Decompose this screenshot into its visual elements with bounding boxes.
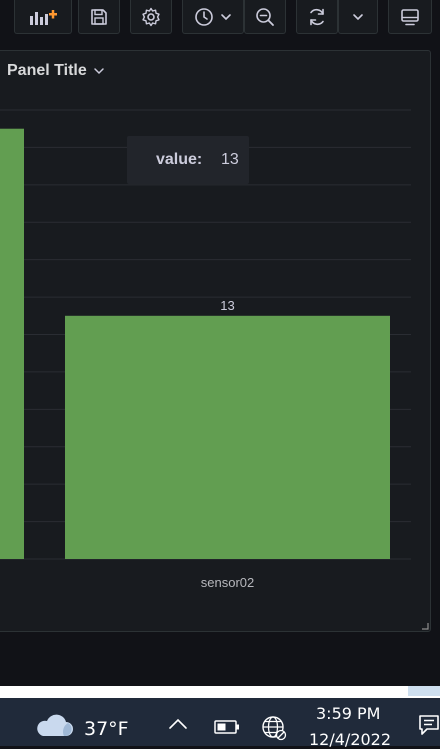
chevron-down-icon [93, 68, 104, 75]
tooltip-label: value: [156, 151, 203, 168]
settings-button[interactable] [130, 0, 172, 34]
chart-tooltip: value: 13 [127, 136, 249, 184]
window-edge [0, 686, 440, 698]
add-panel-button[interactable] [14, 0, 72, 34]
battery-icon[interactable] [214, 719, 240, 735]
x-tick-label: sensor02 [201, 575, 254, 590]
add-panel-icon [30, 9, 57, 25]
tooltip-value: 13 [221, 151, 239, 168]
zoom-out-icon [256, 7, 274, 26]
resize-handle-icon[interactable] [421, 622, 429, 630]
dashboard-toolbar [0, 0, 440, 42]
kiosk-mode-button[interactable] [388, 0, 432, 34]
taskbar: 37°F 3:59 PM 12/4/2022 [0, 698, 440, 749]
bar-value-label: 13 [220, 298, 234, 313]
cloud-icon[interactable] [34, 712, 74, 738]
zoom-out-button[interactable] [244, 0, 286, 34]
tv-monitor-icon [401, 8, 419, 25]
chevron-down-icon [221, 13, 231, 20]
save-icon [91, 8, 107, 25]
globe-icon[interactable] [261, 715, 287, 741]
bar [0, 128, 24, 560]
bar [65, 315, 390, 559]
time-picker-button[interactable] [182, 0, 244, 34]
refresh-interval-button[interactable] [338, 0, 378, 34]
refresh-icon [310, 8, 324, 25]
clock-date[interactable]: 12/4/2022 [309, 730, 391, 749]
notification-icon[interactable] [418, 714, 440, 736]
weather-temperature[interactable]: 37°F [84, 718, 129, 740]
panel-title-menu[interactable]: Panel Title [7, 60, 105, 82]
chevron-down-icon [353, 13, 363, 20]
panel-title: Panel Title [7, 62, 87, 79]
refresh-button[interactable] [296, 0, 338, 34]
save-dashboard-button[interactable] [78, 0, 120, 34]
gear-icon [142, 7, 160, 26]
clock-time[interactable]: 3:59 PM [316, 704, 380, 723]
clock-icon [195, 7, 213, 26]
chevron-up-icon[interactable] [168, 718, 188, 730]
